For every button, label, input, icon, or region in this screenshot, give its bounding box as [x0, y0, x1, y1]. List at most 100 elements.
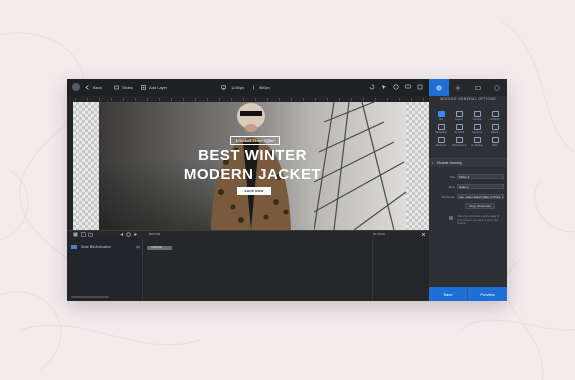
- info-icon: [449, 216, 453, 220]
- ruler-tick: [111, 98, 112, 101]
- layers-icon[interactable]: [73, 232, 78, 237]
- ruler-tick: [315, 98, 316, 101]
- folder-icon[interactable]: [88, 232, 93, 237]
- chevron-down-icon: ▾: [432, 161, 434, 165]
- undo-icon[interactable]: [369, 84, 375, 90]
- options-panel: MODULE GENERAL OPTIONS Title Layout Cont…: [429, 79, 507, 301]
- preview-button[interactable]: Preview: [468, 287, 507, 301]
- history-icon[interactable]: [393, 84, 399, 90]
- cursor-icon[interactable]: [381, 84, 387, 90]
- option-content[interactable]: Content: [468, 110, 486, 123]
- panel-title: MODULE GENERAL OPTIONS: [440, 97, 496, 101]
- ruler-tick: [363, 98, 364, 101]
- close-icon[interactable]: [421, 232, 426, 237]
- alias-field[interactable]: slider-1: [457, 184, 504, 189]
- timeline-row[interactable]: Slide Bill Animation CUSTOM: [67, 242, 429, 250]
- scroll-icon: [455, 124, 463, 130]
- content-icon: [473, 111, 481, 117]
- tab-slide-settings[interactable]: [468, 79, 488, 96]
- editor-window: Back Slides Add Layer 1240px 960px Limit…: [67, 79, 507, 301]
- timeline-scrollbar[interactable]: [71, 296, 109, 298]
- option-carousel[interactable]: Carousel: [468, 123, 486, 136]
- ruler-tick: [183, 98, 184, 101]
- headline-line-1[interactable]: BEST WINTER: [99, 147, 406, 164]
- ruler-tick: [99, 98, 100, 101]
- loop-icon[interactable]: [126, 232, 131, 237]
- tab-module-settings[interactable]: [429, 79, 449, 96]
- option-effects[interactable]: Effects: [486, 123, 504, 136]
- ruler-tick: [171, 98, 172, 101]
- monitor-icon: [221, 85, 226, 90]
- title-field-label: Title: [449, 175, 455, 179]
- gear-icon: [436, 85, 442, 90]
- ruler-tick: [327, 98, 328, 101]
- tab-help[interactable]: [488, 79, 508, 96]
- back-button[interactable]: Back: [85, 79, 102, 96]
- layers-icon: [141, 85, 146, 90]
- slide-thumbnail-icon: [71, 245, 77, 249]
- option-as-module[interactable]: As Module: [468, 136, 486, 149]
- logo-icon[interactable]: [72, 83, 80, 91]
- ruler-tick: [207, 98, 208, 101]
- option-other-layout[interactable]: Other/Layout: [450, 136, 468, 149]
- width-label: 1240px: [231, 85, 245, 90]
- device-desktop-button[interactable]: [221, 79, 229, 96]
- option-title[interactable]: Title: [432, 110, 450, 123]
- screen-icon[interactable]: [405, 84, 411, 90]
- ruler-tick: [159, 98, 160, 101]
- ruler-tick: [387, 98, 388, 101]
- move-icon: [455, 85, 461, 90]
- slides-button[interactable]: Slides: [114, 79, 133, 96]
- option-defaults[interactable]: Defaults: [486, 110, 504, 123]
- section-title: Module Naming: [437, 161, 462, 165]
- play-icon[interactable]: [133, 232, 138, 237]
- ruler-tick: [411, 98, 412, 101]
- shop-now-button[interactable]: SHOP NOW: [237, 187, 271, 195]
- save-button[interactable]: Save: [429, 287, 468, 301]
- ruler-tick: [255, 98, 256, 101]
- option-navigation[interactable]: Navigation: [432, 123, 450, 136]
- time-display: 00:00:00: [373, 232, 385, 236]
- shortcode-field-label: Shortcode: [441, 195, 455, 199]
- ruler-tick: [243, 98, 244, 101]
- height-toggle[interactable]: 960px: [251, 79, 270, 96]
- headline-line-2[interactable]: MODERN JACKET: [99, 166, 406, 183]
- height-label: 960px: [259, 85, 270, 90]
- ruler-tick: [303, 98, 304, 101]
- option-misc[interactable]: Misc: [486, 136, 504, 149]
- slide-background-image[interactable]: Limited Time Offer BEST WINTER MODERN JA…: [99, 102, 406, 230]
- ruler-tick: [123, 98, 124, 101]
- slides-label: Slides: [122, 85, 133, 90]
- copy-shortcode-button[interactable]: Copy Shortcode: [465, 203, 495, 209]
- timeline-area: Slide Bill Animation CUSTOM: [67, 238, 429, 301]
- option-layout[interactable]: Layout: [450, 110, 468, 123]
- skip-back-icon[interactable]: [119, 232, 124, 237]
- section-module-naming[interactable]: ▾ Module Naming: [429, 158, 507, 167]
- ruler-tick: [279, 98, 280, 101]
- height-icon: [253, 85, 254, 90]
- shortcode-field[interactable]: [rev_slider alias="slider-1"][/rev_slide…: [457, 194, 504, 199]
- ruler-tick: [147, 98, 148, 101]
- grid-icon[interactable]: [81, 232, 86, 237]
- add-layer-button[interactable]: Add Layer: [141, 79, 167, 96]
- canvas-width[interactable]: 1240px: [231, 79, 244, 96]
- option-on-scroll[interactable]: On Scroll: [450, 123, 468, 136]
- slide-canvas[interactable]: Limited Time Offer BEST WINTER MODERN JA…: [73, 102, 429, 230]
- tab-layer-settings[interactable]: [449, 79, 469, 96]
- editor-label[interactable]: EDITOR: [149, 232, 160, 236]
- title-field[interactable]: Slider 1: [457, 174, 504, 179]
- settings-icon[interactable]: [417, 84, 423, 90]
- alias-field-label: Alias: [448, 185, 455, 189]
- effects-icon: [491, 124, 499, 130]
- eye-icon[interactable]: [136, 245, 140, 249]
- help-icon: [494, 84, 500, 91]
- block-label: CUSTOM: [151, 246, 162, 249]
- help-text: Place the shortcode via the page of your…: [457, 215, 500, 226]
- ruler-tick: [231, 98, 232, 101]
- ruler-tick: [351, 98, 352, 101]
- offer-tag[interactable]: Limited Time Offer: [230, 136, 280, 145]
- other-layout-icon: [455, 137, 463, 143]
- option-advanced[interactable]: Advanced: [432, 136, 450, 149]
- ruler-tick: [399, 98, 400, 101]
- misc-icon: [491, 137, 499, 143]
